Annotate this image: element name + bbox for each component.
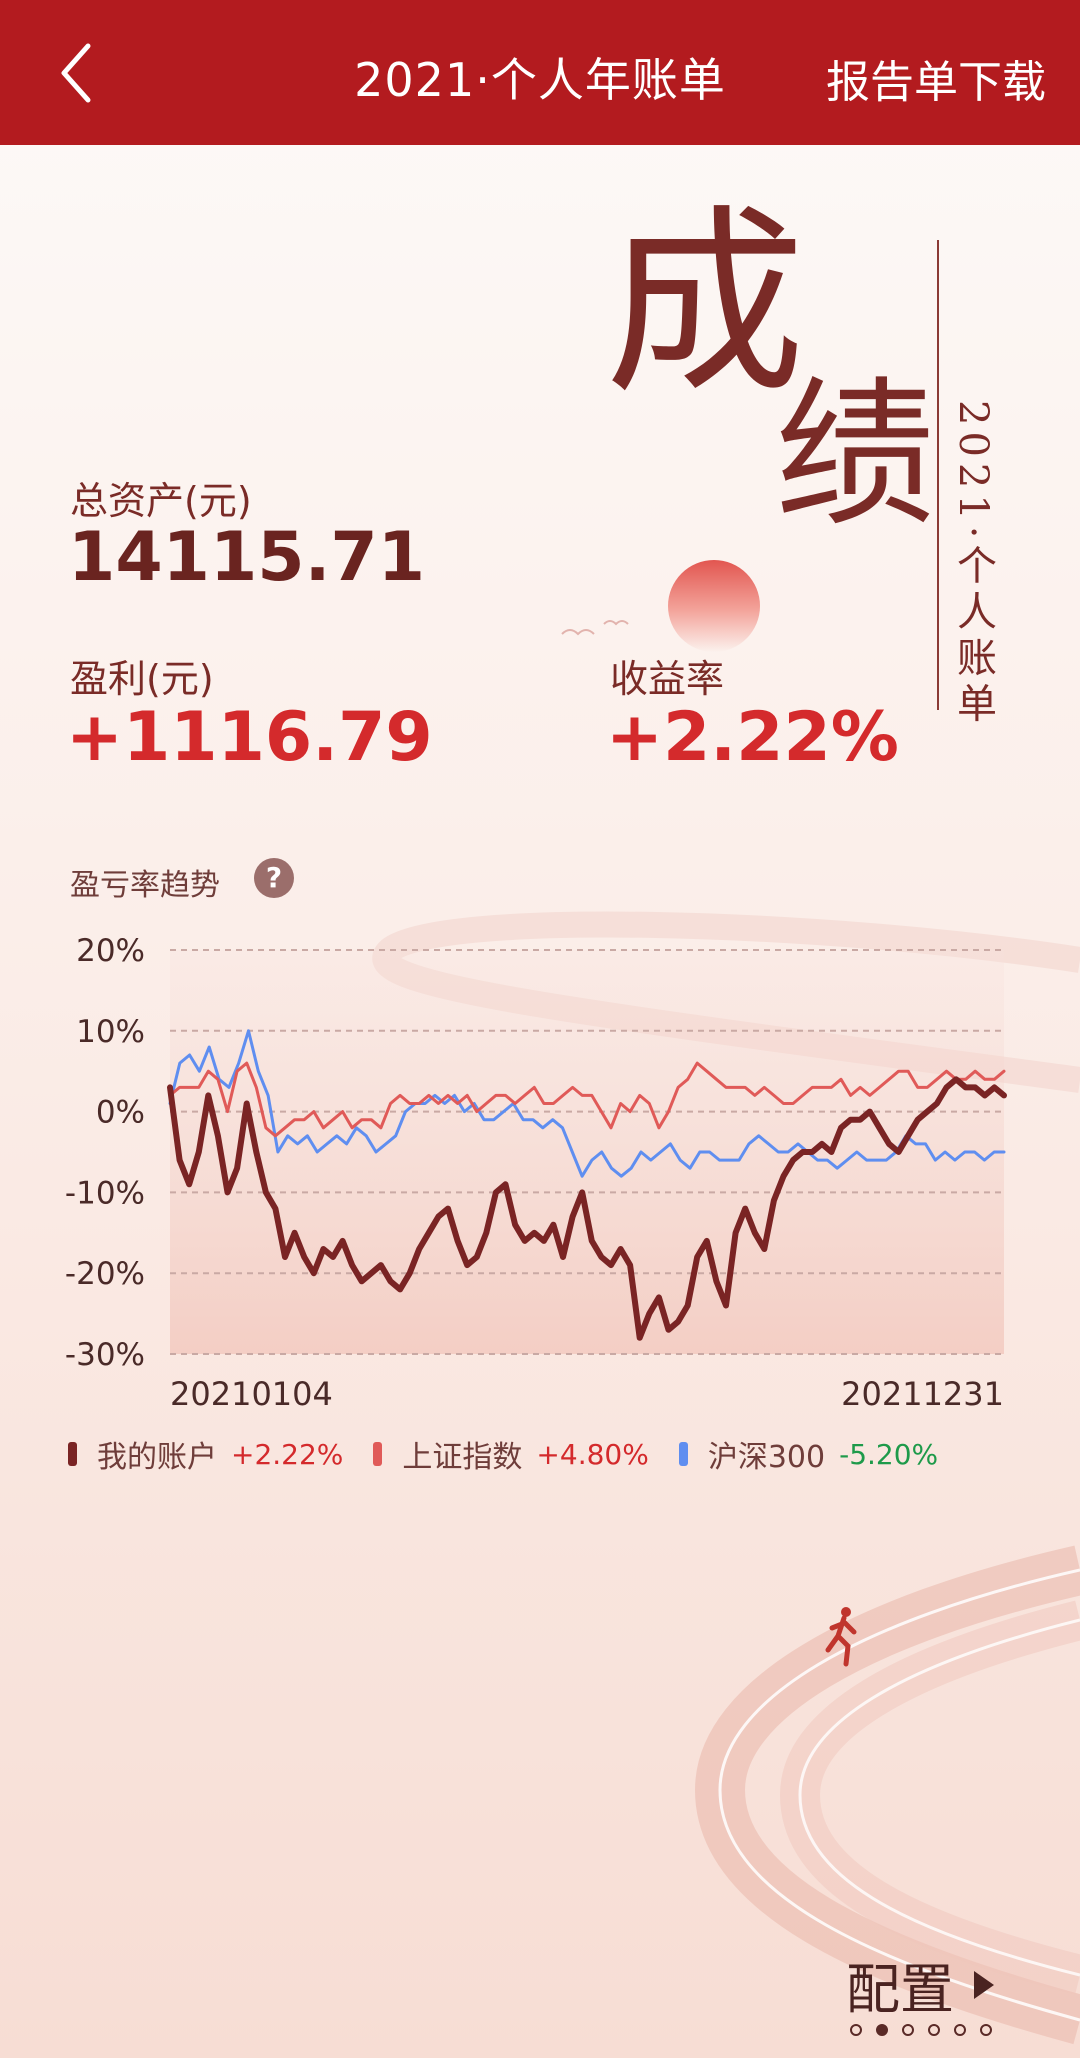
return-rate-label: 收益率	[610, 657, 725, 701]
legend-name: 沪深300	[707, 1440, 826, 1475]
return-rate-value: +2.22%	[606, 698, 899, 777]
hero-divider	[937, 240, 939, 710]
download-report-button[interactable]: 报告单下载	[826, 46, 1046, 110]
y-tick-label: -30%	[65, 1337, 145, 1373]
y-tick-label: 20%	[76, 933, 145, 969]
y-tick-label: 10%	[76, 1014, 145, 1050]
legend-item-account: 我的账户 +2.22%	[68, 1432, 343, 1476]
legend-value: -5.20%	[839, 1437, 939, 1471]
legend-item-csi300: 沪深300 -5.20%	[678, 1432, 939, 1476]
return-trend-chart: 20% 10% 0% -10% -20% -30% 20210104 20211231	[65, 911, 1080, 1413]
page-dot[interactable]	[876, 2024, 888, 2036]
legend-swatch	[68, 1442, 77, 1466]
page-dot[interactable]	[954, 2024, 966, 2036]
x-start-label: 20210104	[170, 1375, 333, 1413]
plot-area	[170, 950, 1004, 1354]
legend-name: 上证指数	[402, 1440, 523, 1475]
next-section-button[interactable]: 配置	[846, 1945, 994, 2024]
chart-legend: 我的账户 +2.22% 上证指数 +4.80% 沪深300 -5.20%	[68, 1432, 968, 1476]
page-dot[interactable]	[928, 2024, 940, 2036]
app-header: 2021·个人年账单 报告单下载	[0, 0, 1080, 145]
legend-value: +2.22%	[231, 1437, 344, 1471]
legend-name: 我的账户	[97, 1440, 217, 1475]
y-tick-label: 0%	[96, 1095, 145, 1131]
profit-label: 盈利(元)	[70, 657, 214, 701]
profit-value: +1116.79	[66, 698, 433, 777]
page-dot[interactable]	[850, 2024, 862, 2036]
y-tick-label: -10%	[65, 1175, 145, 1211]
play-arrow-icon	[974, 1970, 994, 1999]
x-end-label: 20211231	[841, 1375, 1004, 1413]
y-tick-label: -20%	[65, 1256, 145, 1292]
legend-item-shanghai: 上证指数 +4.80%	[373, 1432, 649, 1476]
total-assets-label: 总资产(元)	[70, 479, 252, 523]
runner-icon	[825, 1607, 857, 1667]
hero-char-ji: 绩	[775, 361, 936, 548]
help-icon[interactable]: ?	[254, 858, 294, 898]
page-dot[interactable]	[902, 2024, 914, 2036]
next-section-label: 配置	[846, 1958, 954, 2021]
total-assets-value: 14115.71	[68, 518, 426, 597]
birds-decoration	[561, 620, 629, 636]
page-dot[interactable]	[980, 2024, 992, 2036]
legend-value: +4.80%	[536, 1437, 649, 1471]
trend-label: 盈亏率趋势	[70, 868, 220, 903]
legend-swatch	[678, 1442, 688, 1466]
sun-decoration	[668, 560, 760, 652]
page-indicator	[850, 2024, 992, 2036]
legend-swatch	[373, 1442, 383, 1466]
hero-subtitle: 2021·个人账单	[950, 400, 996, 729]
